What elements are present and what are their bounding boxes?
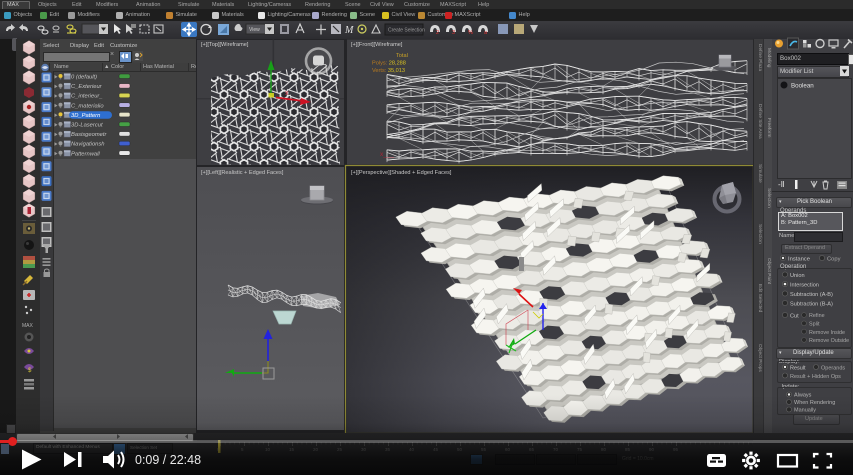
svg-text:Polys: 28,288: Polys: 28,288 bbox=[372, 61, 406, 67]
svg-text:Union: Union bbox=[790, 273, 805, 279]
svg-text:Total: Total bbox=[396, 53, 408, 59]
svg-text:[+][Perspective][Shaded + Edge: [+][Perspective][Shaded + Edged Faces] bbox=[351, 170, 452, 176]
svg-text:Boolean: Boolean bbox=[791, 82, 814, 89]
svg-text:0:09 / 22:48: 0:09 / 22:48 bbox=[135, 453, 201, 467]
svg-text:x___: x___ bbox=[380, 151, 394, 158]
svg-text:Copy: Copy bbox=[827, 256, 841, 262]
svg-text:[+][Front][Wireframe]: [+][Front][Wireframe] bbox=[351, 42, 403, 48]
svg-text:[+][Top][Wireframe]: [+][Top][Wireframe] bbox=[201, 42, 249, 48]
svg-text:Verts: 35,013: Verts: 35,013 bbox=[372, 68, 405, 74]
svg-text:Subtraction (A-B): Subtraction (A-B) bbox=[790, 292, 833, 298]
svg-text:Cut: Cut bbox=[790, 313, 799, 319]
svg-text:Remove Inside: Remove Inside bbox=[809, 330, 845, 336]
svg-text:Refine: Refine bbox=[809, 313, 825, 319]
svg-text:Subtraction (B-A): Subtraction (B-A) bbox=[790, 301, 833, 307]
svg-text:Remove Outside: Remove Outside bbox=[809, 338, 849, 344]
svg-text:Instance: Instance bbox=[788, 256, 810, 262]
svg-text:x: x bbox=[285, 90, 289, 97]
svg-text:-Ⅱ: -Ⅱ bbox=[778, 180, 785, 189]
svg-text:Intersection: Intersection bbox=[790, 282, 819, 288]
svg-text:Split: Split bbox=[809, 322, 820, 328]
svg-text:[+][Left][Realistic + Edged Fa: [+][Left][Realistic + Edged Faces] bbox=[201, 170, 284, 176]
